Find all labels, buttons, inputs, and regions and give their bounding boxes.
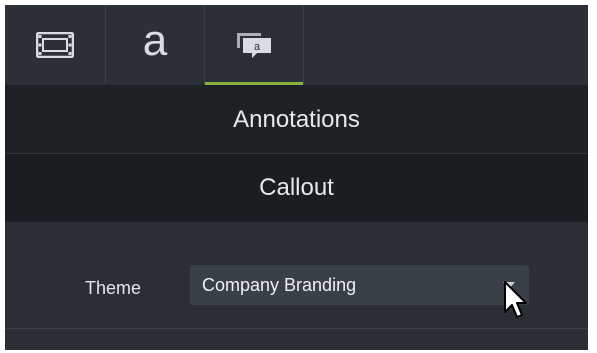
tab-text-properties[interactable]: a [106,5,205,85]
section-header-annotations: Annotations [5,86,588,154]
section-title: Annotations [233,105,360,133]
film-icon [36,32,74,58]
chevron-down-icon[interactable] [503,282,515,289]
tab-visual-properties[interactable] [5,5,106,85]
tab-bar: a a [5,5,588,86]
section-subtitle: Callout [259,174,334,201]
active-tab-indicator [205,82,303,85]
properties-area: Theme Company Branding [5,222,588,329]
theme-dropdown[interactable]: Company Branding [190,265,529,305]
panel-footer [5,329,588,350]
theme-dropdown-value: Company Branding [202,274,357,295]
annotation-callout-icon: a [237,33,271,58]
theme-label: Theme [85,278,142,298]
section-header-callout[interactable]: Callout [5,154,588,222]
tab-annotation-properties[interactable]: a [205,5,304,85]
text-icon: a [142,16,168,65]
svg-text:a: a [254,41,261,53]
properties-panel: a a Annotations Callout Theme Company Br… [5,5,588,350]
